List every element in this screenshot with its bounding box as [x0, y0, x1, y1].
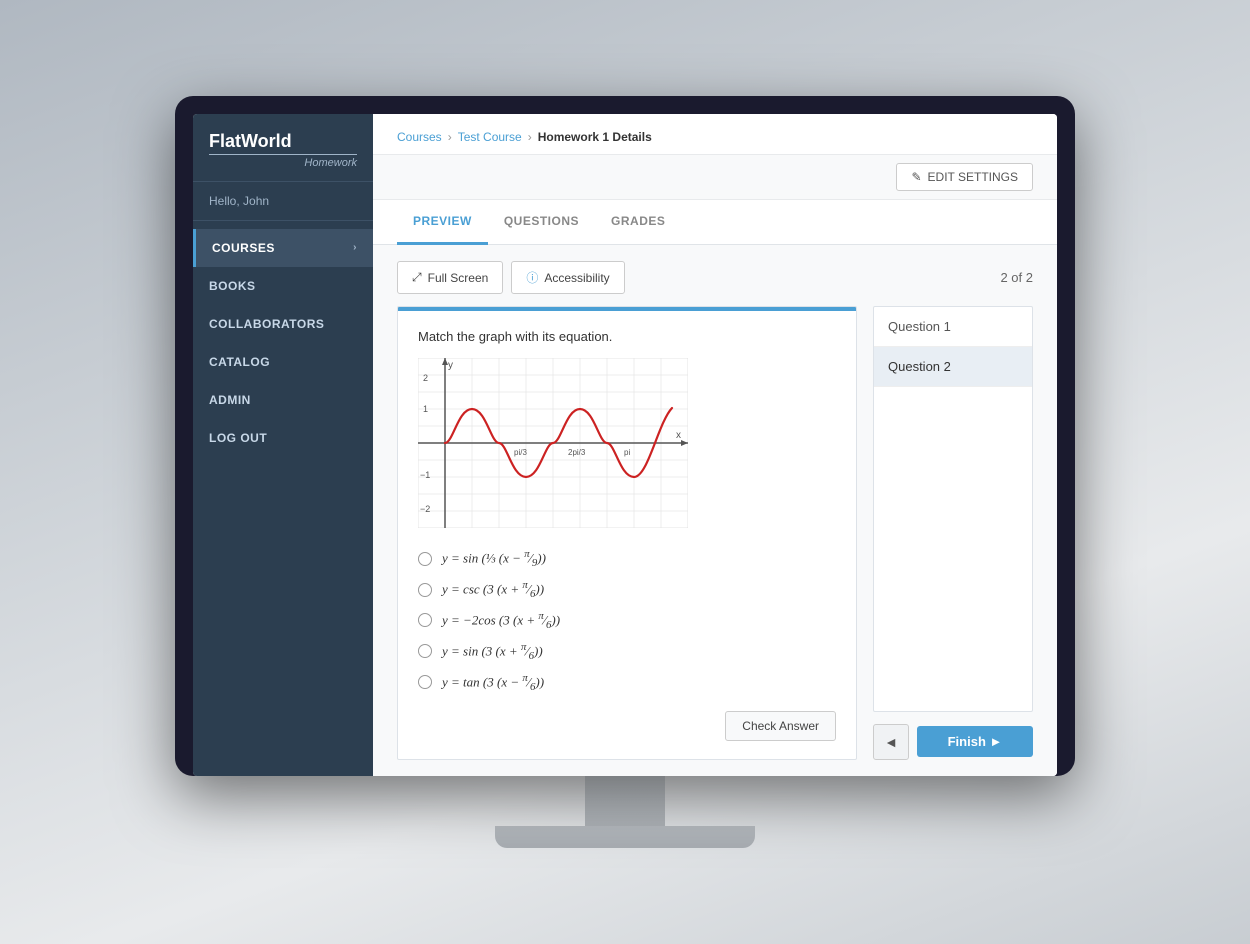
sidebar-item-catalog[interactable]: CATALOG	[193, 343, 373, 381]
question-main-panel: Match the graph with its equation.	[397, 306, 857, 760]
monitor: FlatWorld Homework Hello, John COURSES ›…	[175, 96, 1075, 776]
breadcrumb-current: Homework 1 Details	[538, 130, 652, 144]
monitor-base	[495, 826, 755, 848]
svg-text:−1: −1	[420, 470, 430, 480]
breadcrumb-courses[interactable]: Courses	[397, 130, 442, 144]
logo-title: FlatWorld	[209, 132, 357, 152]
choice-d: y = sin (3 (x + π⁄6))	[418, 641, 836, 662]
full-screen-button[interactable]: ⤢ Full Screen	[397, 261, 503, 294]
sidebar-item-catalog-label: CATALOG	[209, 355, 270, 369]
sidebar-item-logout[interactable]: LOG OUT	[193, 419, 373, 457]
sidebar-item-courses[interactable]: COURSES ›	[193, 229, 373, 267]
choice-e: y = tan (3 (x − π⁄6))	[418, 672, 836, 693]
pencil-icon: ✎	[911, 170, 921, 184]
logo-subtitle: Homework	[209, 154, 357, 169]
sidebar-item-collaborators-label: COLLABORATORS	[209, 317, 324, 331]
breadcrumb-test-course[interactable]: Test Course	[458, 130, 522, 144]
tab-questions[interactable]: QUESTIONS	[488, 200, 595, 245]
tab-preview[interactable]: PREVIEW	[397, 200, 488, 245]
page-counter: 2 of 2	[1000, 270, 1033, 285]
question-list-item-1[interactable]: Question 1	[874, 307, 1032, 347]
svg-text:y: y	[448, 360, 453, 371]
check-answer-button[interactable]: Check Answer	[725, 711, 836, 741]
tabs-bar: PREVIEW QUESTIONS GRADES	[373, 200, 1057, 245]
sidebar: FlatWorld Homework Hello, John COURSES ›…	[193, 114, 373, 776]
sidebar-item-logout-label: LOG OUT	[209, 431, 267, 445]
choice-e-formula: y = tan (3 (x − π⁄6))	[442, 672, 544, 693]
chevron-right-icon: ›	[353, 242, 357, 253]
svg-text:pi/3: pi/3	[514, 448, 527, 457]
accessibility-icon: ⓘ	[526, 269, 538, 286]
question-list: Question 1 Question 2	[873, 306, 1033, 712]
sine-wave-graph: x y 1 −1 2 −2 pi/3	[418, 358, 688, 528]
choice-d-formula: y = sin (3 (x + π⁄6))	[442, 641, 543, 662]
choice-a-formula: y = sin (⅓ (x − π⁄9))	[442, 548, 546, 569]
prev-icon: ◄	[884, 734, 898, 750]
edit-settings-label: EDIT SETTINGS	[928, 170, 1018, 184]
choice-c-formula: y = −2cos (3 (x + π⁄6))	[442, 610, 560, 631]
prev-button[interactable]: ◄	[873, 724, 909, 760]
question-layout: Match the graph with its equation.	[397, 306, 1033, 760]
user-greeting: Hello, John	[193, 182, 373, 221]
sidebar-item-admin-label: ADMIN	[209, 393, 251, 407]
choice-radio-d[interactable]	[418, 644, 432, 658]
question-prompt: Match the graph with its equation.	[418, 329, 836, 344]
toolbar-left: ⤢ Full Screen ⓘ Accessibility	[397, 261, 625, 294]
choice-c: y = −2cos (3 (x + π⁄6))	[418, 610, 836, 631]
svg-text:pi: pi	[624, 448, 630, 457]
top-bar: ✎ EDIT SETTINGS	[373, 155, 1057, 200]
svg-text:−2: −2	[420, 504, 430, 514]
sidebar-item-courses-label: COURSES	[212, 241, 275, 255]
sidebar-item-books[interactable]: BOOKS	[193, 267, 373, 305]
svg-text:2: 2	[423, 373, 428, 383]
monitor-neck	[585, 776, 665, 826]
svg-text:2pi/3: 2pi/3	[568, 448, 586, 457]
screen: FlatWorld Homework Hello, John COURSES ›…	[193, 114, 1057, 776]
graph-container: x y 1 −1 2 −2 pi/3	[418, 358, 836, 528]
breadcrumb: Courses › Test Course › Homework 1 Detai…	[373, 114, 1057, 155]
content-area: ⤢ Full Screen ⓘ Accessibility 2 of 2	[373, 245, 1057, 776]
check-answer-row: Check Answer	[418, 711, 836, 741]
sidebar-nav: COURSES › BOOKS COLLABORATORS CATALOG AD…	[193, 221, 373, 776]
question-sidebar: Question 1 Question 2 ◄ Finish ►	[873, 306, 1033, 760]
accessibility-label: Accessibility	[544, 271, 609, 285]
answer-choices: y = sin (⅓ (x − π⁄9)) y = csc (3 (x + π⁄…	[418, 548, 836, 693]
breadcrumb-sep-2: ›	[528, 130, 532, 144]
choice-a: y = sin (⅓ (x − π⁄9))	[418, 548, 836, 569]
sidebar-item-collaborators[interactable]: COLLABORATORS	[193, 305, 373, 343]
question-body: Match the graph with its equation.	[398, 311, 856, 759]
choice-radio-a[interactable]	[418, 552, 432, 566]
main-content: Courses › Test Course › Homework 1 Detai…	[373, 114, 1057, 776]
svg-text:x: x	[676, 430, 681, 441]
accessibility-button[interactable]: ⓘ Accessibility	[511, 261, 624, 294]
sidebar-item-books-label: BOOKS	[209, 279, 256, 293]
breadcrumb-sep-1: ›	[448, 130, 452, 144]
content-toolbar: ⤢ Full Screen ⓘ Accessibility 2 of 2	[397, 261, 1033, 294]
question-list-item-2[interactable]: Question 2	[874, 347, 1032, 387]
choice-radio-b[interactable]	[418, 583, 432, 597]
full-screen-icon: ⤢	[412, 270, 422, 285]
logo: FlatWorld Homework	[193, 114, 373, 182]
monitor-stand	[495, 776, 755, 848]
svg-text:1: 1	[423, 404, 428, 414]
tab-grades[interactable]: GRADES	[595, 200, 681, 245]
edit-settings-button[interactable]: ✎ EDIT SETTINGS	[896, 163, 1033, 191]
sidebar-item-admin[interactable]: ADMIN	[193, 381, 373, 419]
choice-radio-e[interactable]	[418, 675, 432, 689]
nav-buttons: ◄ Finish ►	[873, 724, 1033, 760]
full-screen-label: Full Screen	[428, 271, 489, 285]
finish-button[interactable]: Finish ►	[917, 726, 1033, 757]
choice-b: y = csc (3 (x + π⁄6))	[418, 579, 836, 600]
choice-radio-c[interactable]	[418, 613, 432, 627]
choice-b-formula: y = csc (3 (x + π⁄6))	[442, 579, 544, 600]
